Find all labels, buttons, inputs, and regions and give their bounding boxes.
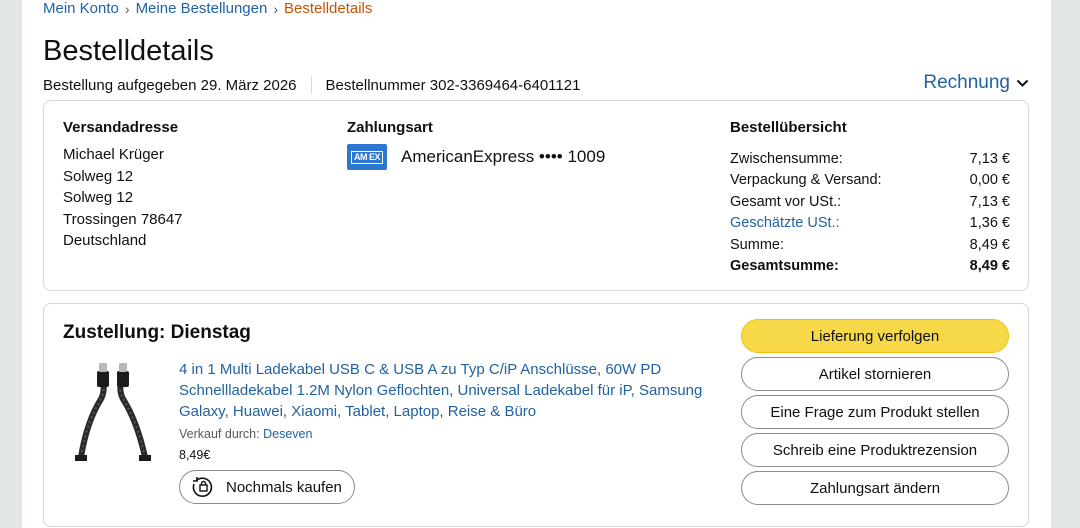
cancel-item-button[interactable]: Artikel stornieren xyxy=(741,357,1009,391)
write-review-button[interactable]: Schreib eine Produktrezension xyxy=(741,433,1009,467)
order-actions: Lieferung verfolgen Artikel stornieren E… xyxy=(741,319,1009,509)
page: Mein Konto › Meine Bestellungen › Bestel… xyxy=(22,0,1051,528)
chevron-down-icon xyxy=(1016,79,1029,87)
product-title-link[interactable]: 4 in 1 Multi Ladekabel USB C & USB A zu … xyxy=(179,359,724,422)
product-price: 8,49€ xyxy=(179,448,211,462)
order-summary-box: Versandadresse Michael Krüger Solweg 12 … xyxy=(43,100,1029,291)
seller-label: Verkauf durch: xyxy=(179,427,260,441)
meta-divider xyxy=(310,76,312,94)
overview-row-subtotal: Zwischensumme: 7,13 € xyxy=(730,149,1010,170)
overview-row-grand-total: Gesamtsumme: 8,49 € xyxy=(730,256,1010,277)
seller-info: Verkauf durch: Deseven xyxy=(179,427,312,441)
overview-value: 8,49 € xyxy=(969,258,1010,275)
card-details: AmericanExpress •••• 1009 xyxy=(401,147,606,166)
invoice-dropdown[interactable]: Rechnung xyxy=(923,72,1029,94)
page-title: Bestelldetails xyxy=(43,35,214,67)
address-line: Michael Krüger xyxy=(63,146,164,163)
delivery-box: Zustellung: Dienstag 4 in 1 Multi Ladeka… xyxy=(43,303,1029,527)
overview-label: Zwischensumme: xyxy=(730,151,843,167)
order-overview: Bestellübersicht Zwischensumme: 7,13 € V… xyxy=(730,119,1010,277)
address-line: Trossingen 78647 xyxy=(63,210,183,228)
breadcrumb-my-account[interactable]: Mein Konto xyxy=(43,1,119,17)
overview-row-tax: Geschätzte USt.: 1,36 € xyxy=(730,213,1010,234)
estimated-tax-link[interactable]: Geschätzte USt.: xyxy=(730,213,840,234)
overview-value: 7,13 € xyxy=(969,193,1010,210)
ask-question-button[interactable]: Eine Frage zum Produkt stellen xyxy=(741,395,1009,429)
order-meta: Bestellung aufgegeben 29. März 2026 Best… xyxy=(43,75,580,95)
address-line: Deutschland xyxy=(63,232,147,249)
change-payment-button[interactable]: Zahlungsart ändern xyxy=(741,471,1009,505)
shipping-address: Versandadresse Michael Krüger Solweg 12 … xyxy=(63,119,183,252)
breadcrumb-separator: › xyxy=(124,1,130,17)
address-line: Solweg 12 xyxy=(63,189,134,206)
seller-link[interactable]: Deseven xyxy=(263,427,312,441)
delivery-heading: Zustellung: Dienstag xyxy=(63,322,251,343)
overview-row-before-tax: Gesamt vor USt.: 7,13 € xyxy=(730,192,1010,213)
overview-label: Gesamtsumme: xyxy=(730,258,839,275)
overview-value: 7,13 € xyxy=(969,151,1010,167)
amex-logo-text: AM EX xyxy=(350,150,383,164)
overview-value: 8,49 € xyxy=(969,236,1010,253)
buy-again-button[interactable]: Nochmals kaufen xyxy=(179,470,355,504)
buy-again-icon xyxy=(190,476,216,498)
payment-heading: Zahlungsart xyxy=(347,119,433,136)
shipping-heading: Versandadresse xyxy=(63,119,179,136)
breadcrumb: Mein Konto › Meine Bestellungen › Bestel… xyxy=(43,0,372,18)
breadcrumb-separator: › xyxy=(273,1,278,17)
overview-label: Verpackung & Versand: xyxy=(730,172,882,189)
payment-method: Zahlungsart AM EX AmericanExpress •••• 1… xyxy=(347,119,605,170)
address-line: Solweg 12 xyxy=(63,167,134,185)
breadcrumb-current: Bestelldetails xyxy=(284,0,373,17)
buy-again-label: Nochmals kaufen xyxy=(226,478,342,496)
track-delivery-button[interactable]: Lieferung verfolgen xyxy=(741,319,1009,353)
order-number: Bestellnummer 302-3369464-6401121 xyxy=(325,76,581,94)
product-image[interactable] xyxy=(71,361,157,461)
overview-value: 1,36 € xyxy=(969,215,1010,232)
overview-heading: Bestellübersicht xyxy=(730,119,847,136)
breadcrumb-my-orders[interactable]: Meine Bestellungen xyxy=(136,1,268,17)
overview-label: Summe: xyxy=(730,236,784,253)
overview-row-sum: Summe: 8,49 € xyxy=(730,235,1010,256)
invoice-label: Rechnung xyxy=(923,72,1010,93)
overview-label: Gesamt vor USt.: xyxy=(730,193,842,210)
overview-value: 0,00 € xyxy=(969,172,1010,189)
amex-card-icon: AM EX xyxy=(347,144,387,170)
order-date: Bestellung aufgegeben 29. März 2026 xyxy=(43,76,297,94)
overview-row-shipping: Verpackung & Versand: 0,00 € xyxy=(730,170,1010,191)
